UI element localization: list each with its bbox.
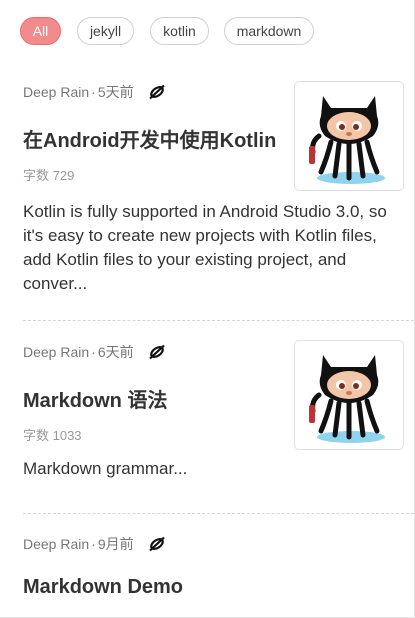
tag-label: kotlin xyxy=(163,23,196,39)
article-meta: Deep Rain · 6天前 xyxy=(23,342,166,362)
article-title[interactable]: Markdown Demo xyxy=(23,576,183,599)
tag-label: jekyll xyxy=(89,23,122,39)
octocat-icon xyxy=(309,355,385,443)
publish-time: 6天前 xyxy=(97,344,134,360)
article-divider xyxy=(23,320,414,321)
page-frame: All jekyll kotlin markdown Deep Rain · 5… xyxy=(0,0,415,618)
link-icon xyxy=(148,535,166,553)
word-count: 字数 729 xyxy=(23,168,75,183)
tag-filter-markdown[interactable]: markdown xyxy=(224,17,314,45)
author-name[interactable]: Deep Rain xyxy=(23,536,89,552)
article-meta: Deep Rain · 5天前 xyxy=(23,82,166,102)
tag-filter-kotlin[interactable]: kotlin xyxy=(150,17,209,45)
article-excerpt: Kotlin is fully supported in Android Stu… xyxy=(23,202,387,293)
meta-separator: · xyxy=(91,344,96,360)
tag-label: markdown xyxy=(236,23,302,39)
publish-time: 9月前 xyxy=(97,536,134,552)
word-count: 字数 1033 xyxy=(23,428,82,443)
article-divider xyxy=(23,513,414,514)
article-excerpt: Markdown grammar... xyxy=(23,459,188,478)
article-thumbnail[interactable] xyxy=(294,81,404,191)
article-title[interactable]: 在Android开发中使用Kotlin xyxy=(23,124,276,153)
tag-label: All xyxy=(32,23,49,39)
author-name[interactable]: Deep Rain xyxy=(23,344,89,360)
author-name[interactable]: Deep Rain xyxy=(23,84,89,100)
article-title[interactable]: Markdown 语法 xyxy=(23,384,167,413)
tag-filter-all[interactable]: All xyxy=(20,17,61,45)
octocat-icon xyxy=(309,96,385,184)
link-icon xyxy=(148,343,166,361)
article-meta: Deep Rain · 9月前 xyxy=(23,534,166,554)
article-thumbnail[interactable] xyxy=(294,340,404,450)
tag-filter-jekyll[interactable]: jekyll xyxy=(77,17,134,45)
meta-separator: · xyxy=(91,84,96,100)
link-icon xyxy=(148,83,166,101)
meta-separator: · xyxy=(91,536,96,552)
publish-time: 5天前 xyxy=(97,84,134,100)
